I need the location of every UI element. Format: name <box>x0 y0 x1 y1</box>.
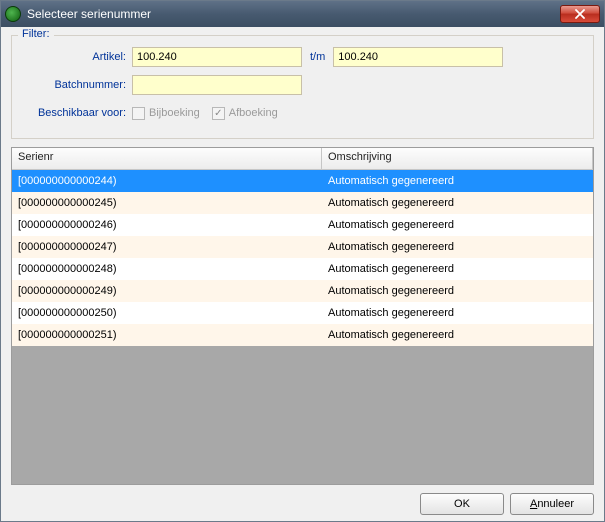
table-row[interactable]: [000000000000247)Automatisch gegenereerd <box>12 236 593 258</box>
cell-desc: Automatisch gegenereerd <box>322 175 593 187</box>
cell-desc: Automatisch gegenereerd <box>322 197 593 209</box>
grid: Serienr Omschrijving [000000000000244)Au… <box>11 147 594 485</box>
cell-serial: [000000000000246) <box>12 219 322 231</box>
cell-serial: [000000000000248) <box>12 263 322 275</box>
filter-row-beschikbaar: Beschikbaar voor: Bijboeking ✓ Afboeking <box>20 102 585 124</box>
window-title: Selecteer serienummer <box>27 7 560 21</box>
table-row[interactable]: [000000000000251)Automatisch gegenereerd <box>12 324 593 346</box>
table-row[interactable]: [000000000000245)Automatisch gegenereerd <box>12 192 593 214</box>
table-row[interactable]: [000000000000244)Automatisch gegenereerd <box>12 170 593 192</box>
cell-desc: Automatisch gegenereerd <box>322 263 593 275</box>
artikel-from-input[interactable] <box>132 47 302 67</box>
app-icon <box>5 6 21 22</box>
cell-desc: Automatisch gegenereerd <box>322 329 593 341</box>
close-button[interactable] <box>560 5 600 23</box>
table-row[interactable]: [000000000000250)Automatisch gegenereerd <box>12 302 593 324</box>
afboeking-label: Afboeking <box>229 107 278 119</box>
cell-serial: [000000000000247) <box>12 241 322 253</box>
bijboeking-checkbox: Bijboeking <box>132 107 200 120</box>
titlebar: Selecteer serienummer <box>1 1 604 27</box>
batch-input[interactable] <box>132 75 302 95</box>
cell-serial: [000000000000250) <box>12 307 322 319</box>
batch-label: Batchnummer: <box>20 79 132 91</box>
artikel-to-input[interactable] <box>333 47 503 67</box>
filter-group: Filter: Artikel: t/m Batchnummer: Beschi… <box>11 35 594 139</box>
cell-desc: Automatisch gegenereerd <box>322 307 593 319</box>
tm-label: t/m <box>302 51 333 63</box>
col-header-serial[interactable]: Serienr <box>12 148 322 169</box>
cancel-button[interactable]: Annuleer <box>510 493 594 515</box>
bijboeking-label: Bijboeking <box>149 107 200 119</box>
beschikbaar-label: Beschikbaar voor: <box>20 107 132 119</box>
cell-serial: [000000000000249) <box>12 285 322 297</box>
filter-title: Filter: <box>18 28 54 40</box>
checkbox-icon <box>132 107 145 120</box>
checkbox-icon: ✓ <box>212 107 225 120</box>
dialog-window: Selecteer serienummer Filter: Artikel: t… <box>0 0 605 522</box>
table-row[interactable]: [000000000000246)Automatisch gegenereerd <box>12 214 593 236</box>
table-row[interactable]: [000000000000248)Automatisch gegenereerd <box>12 258 593 280</box>
cell-serial: [000000000000244) <box>12 175 322 187</box>
grid-body: [000000000000244)Automatisch gegenereerd… <box>12 170 593 484</box>
filter-row-artikel: Artikel: t/m <box>20 46 585 68</box>
afboeking-checkbox: ✓ Afboeking <box>212 107 278 120</box>
cancel-rest: nnuleer <box>537 498 574 510</box>
ok-button[interactable]: OK <box>420 493 504 515</box>
button-bar: OK Annuleer <box>11 485 594 515</box>
cell-desc: Automatisch gegenereerd <box>322 219 593 231</box>
table-row[interactable]: [000000000000249)Automatisch gegenereerd <box>12 280 593 302</box>
content: Filter: Artikel: t/m Batchnummer: Beschi… <box>1 27 604 521</box>
grid-header: Serienr Omschrijving <box>12 148 593 170</box>
cell-serial: [000000000000251) <box>12 329 322 341</box>
artikel-label: Artikel: <box>20 51 132 63</box>
filter-row-batch: Batchnummer: <box>20 74 585 96</box>
cell-desc: Automatisch gegenereerd <box>322 285 593 297</box>
cell-desc: Automatisch gegenereerd <box>322 241 593 253</box>
cell-serial: [000000000000245) <box>12 197 322 209</box>
close-icon <box>575 9 585 19</box>
col-header-desc[interactable]: Omschrijving <box>322 148 593 169</box>
